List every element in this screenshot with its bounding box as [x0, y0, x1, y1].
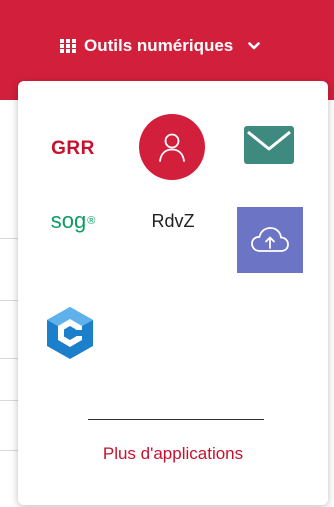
mail-app-link[interactable] — [243, 125, 295, 165]
sogo-label: sog — [50, 208, 87, 233]
chevron-down-icon — [245, 37, 263, 55]
menu-divider — [88, 419, 264, 420]
apps-grid-icon — [60, 39, 76, 53]
grr-label: GRR — [51, 138, 95, 159]
cloud-upload-icon — [251, 227, 289, 252]
menu-label: Outils numériques — [84, 36, 234, 55]
background-divider — [0, 238, 18, 239]
grr-app-link[interactable]: GRR — [43, 129, 103, 169]
e-cube-app-link[interactable] — [40, 303, 100, 363]
user-profile-icon — [159, 133, 185, 162]
more-applications-link[interactable]: Plus d'applications — [18, 444, 328, 464]
e-cube-logo-icon — [47, 307, 93, 359]
digital-tools-menu-button[interactable]: Outils numériques — [60, 28, 263, 64]
rdvz-label: RdvZ — [151, 210, 195, 231]
rdvz-app-link[interactable]: RdvZ — [138, 201, 208, 241]
sogo-app-link[interactable]: sog ® — [38, 201, 108, 241]
background-divider — [0, 358, 18, 359]
background-divider — [0, 450, 18, 451]
background-divider — [0, 400, 18, 401]
apps-dropdown-menu: GRR sog ® RdvZ Plus d'applications — [18, 81, 328, 505]
cloud-app-link[interactable] — [237, 207, 303, 273]
background-divider — [0, 300, 18, 301]
envelope-icon — [244, 126, 294, 164]
profile-app-link[interactable] — [139, 114, 205, 180]
sogo-mark: ® — [87, 215, 96, 227]
